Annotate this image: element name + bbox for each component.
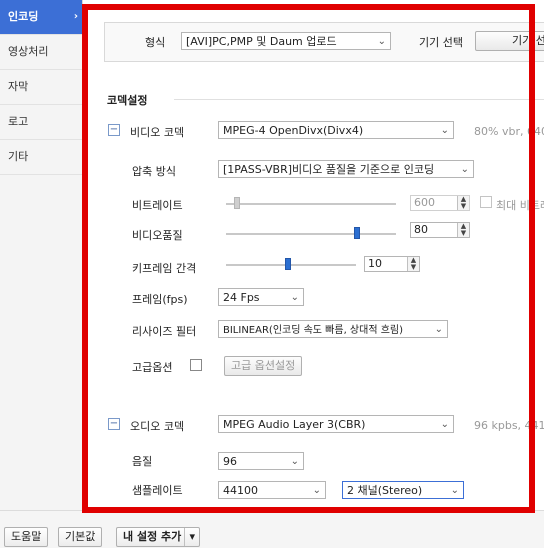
quality-slider-track	[226, 233, 396, 235]
bitrate-value: 600	[414, 196, 435, 209]
compress-label: 압축 방식	[132, 165, 176, 178]
audio-codec-select[interactable]: MPEG Audio Layer 3(CBR) ⌄	[218, 415, 454, 433]
add-setting-label: 내 설정 추가	[123, 530, 182, 543]
format-bar: 형식 [AVI]PC,PMP 및 Daum 업로드 ⌄ 기기 선택 기기 선	[104, 22, 544, 62]
video-codec-value: MPEG-4 OpenDivx(Divx4)	[223, 124, 364, 137]
sidebar-item-label: 인코딩	[8, 10, 39, 23]
fps-label: 프레임(fps)	[132, 293, 188, 306]
bitrate-slider-track	[226, 203, 396, 205]
advanced-settings-button[interactable]: 고급 옵션설정	[224, 356, 303, 376]
codec-section-title: 코덱설정	[107, 94, 148, 107]
device-button-label: 기기 선	[512, 34, 544, 47]
sidebar-item-subtitle[interactable]: 자막	[0, 70, 82, 105]
add-setting-button[interactable]: 내 설정 추가 ▾	[116, 527, 201, 547]
compress-select[interactable]: [1PASS-VBR]비디오 품질을 기준으로 인코딩 ⌄	[218, 160, 474, 178]
video-codec-label: 비디오 코덱	[130, 126, 185, 139]
advanced-checkbox[interactable]	[190, 359, 202, 371]
keyframe-spinbox[interactable]: 10 ▲ ▼	[364, 256, 420, 272]
max-bitrate-label: 최대 비트레	[496, 199, 544, 212]
keyframe-value: 10	[368, 257, 382, 270]
samplerate-select[interactable]: 44100 ⌄	[218, 481, 326, 499]
settings-panel: 형식 [AVI]PC,PMP 및 Daum 업로드 ⌄ 기기 선택 기기 선 코…	[88, 10, 544, 507]
video-codec-select[interactable]: MPEG-4 OpenDivx(Divx4) ⌄	[218, 121, 454, 139]
resize-filter-label: 리사이즈 필터	[132, 325, 197, 338]
audio-codec-info: 96 kpbs, 441	[474, 419, 544, 432]
chevron-down-icon: ⌄	[290, 456, 299, 467]
bitrate-spinbox[interactable]: 600 ▲ ▼	[410, 195, 470, 211]
help-button[interactable]: 도움말	[4, 527, 49, 547]
spin-arrows-icon[interactable]: ▲ ▼	[407, 257, 419, 271]
sidebar-item-label: 로고	[8, 115, 29, 128]
section-divider	[174, 99, 544, 100]
default-button-label: 기본값	[65, 530, 96, 543]
chevron-down-icon: ⌄	[440, 419, 449, 430]
chevron-right-icon: ›	[73, 11, 78, 22]
quality-value: 80	[414, 223, 428, 236]
sidebar-item-label: 기타	[8, 150, 29, 163]
sidebar-item-label: 영상처리	[8, 45, 49, 58]
advanced-label: 고급옵션	[132, 361, 173, 374]
video-quality-label: 비디오품질	[132, 229, 183, 242]
chevron-down-icon: ⌄	[377, 36, 386, 47]
compress-select-value: [1PASS-VBR]비디오 품질을 기준으로 인코딩	[223, 163, 435, 176]
samplerate-label: 샘플레이트	[132, 484, 183, 497]
audio-codec-label: 오디오 코덱	[130, 420, 185, 433]
bitrate-label: 비트레이트	[132, 199, 183, 212]
video-codec-info: 80% vbr, 640	[474, 125, 544, 138]
format-label: 형식	[145, 36, 166, 49]
sidebar-item-logo[interactable]: 로고	[0, 105, 82, 140]
resize-filter-value: BILINEAR(인코딩 속도 빠름, 상대적 흐림)	[223, 325, 404, 336]
chevron-down-icon: ⌄	[450, 485, 459, 496]
dropdown-arrow-icon[interactable]: ▾	[184, 528, 199, 546]
default-button[interactable]: 기본값	[58, 527, 103, 547]
spin-arrows-icon[interactable]: ▲ ▼	[457, 196, 469, 210]
bottom-toolbar: 도움말 기본값 내 설정 추가 ▾	[0, 510, 544, 548]
sidebar-item-video-processing[interactable]: 영상처리	[0, 35, 82, 70]
quality-spinbox[interactable]: 80 ▲ ▼	[410, 222, 470, 238]
video-collapse-toggle[interactable]: −	[108, 124, 120, 136]
resize-filter-select[interactable]: BILINEAR(인코딩 속도 빠름, 상대적 흐림) ⌄	[218, 320, 448, 338]
sidebar-item-label: 자막	[8, 80, 29, 93]
audio-quality-value: 96	[223, 455, 237, 468]
chevron-down-icon: ⌄	[460, 164, 469, 175]
quality-slider-thumb[interactable]	[353, 227, 360, 239]
format-select-value: [AVI]PC,PMP 및 Daum 업로드	[186, 35, 337, 48]
sidebar-item-encoding[interactable]: 인코딩 ›	[0, 0, 82, 35]
max-bitrate-checkbox[interactable]	[480, 196, 492, 208]
keyframe-slider-thumb[interactable]	[285, 258, 292, 270]
help-button-label: 도움말	[11, 530, 42, 543]
audio-collapse-toggle[interactable]: −	[108, 418, 120, 430]
sidebar-item-etc[interactable]: 기타	[0, 140, 82, 175]
device-label: 기기 선택	[419, 36, 463, 49]
format-select[interactable]: [AVI]PC,PMP 및 Daum 업로드 ⌄	[181, 32, 391, 50]
bitrate-slider-thumb[interactable]	[234, 197, 240, 209]
advanced-button-label: 고급 옵션설정	[231, 359, 296, 372]
keyframe-label: 키프레임 간격	[132, 262, 197, 275]
fps-value: 24 Fps	[223, 291, 260, 304]
chevron-down-icon: ⌄	[440, 125, 449, 136]
audio-quality-label: 음질	[132, 455, 153, 468]
channel-value: 2 채널(Stereo)	[347, 484, 423, 497]
chevron-down-icon: ⌄	[434, 324, 443, 335]
spin-arrows-icon[interactable]: ▲ ▼	[457, 223, 469, 237]
fps-select[interactable]: 24 Fps ⌄	[218, 288, 304, 306]
channel-select[interactable]: 2 채널(Stereo) ⌄	[342, 481, 464, 499]
samplerate-value: 44100	[223, 484, 258, 497]
sidebar: 인코딩 › 영상처리 자막 로고 기타	[0, 0, 83, 510]
chevron-down-icon: ⌄	[290, 292, 299, 303]
device-select-button[interactable]: 기기 선	[475, 31, 544, 51]
audio-codec-value: MPEG Audio Layer 3(CBR)	[223, 418, 366, 431]
audio-quality-select[interactable]: 96 ⌄	[218, 452, 304, 470]
chevron-down-icon: ⌄	[312, 485, 321, 496]
